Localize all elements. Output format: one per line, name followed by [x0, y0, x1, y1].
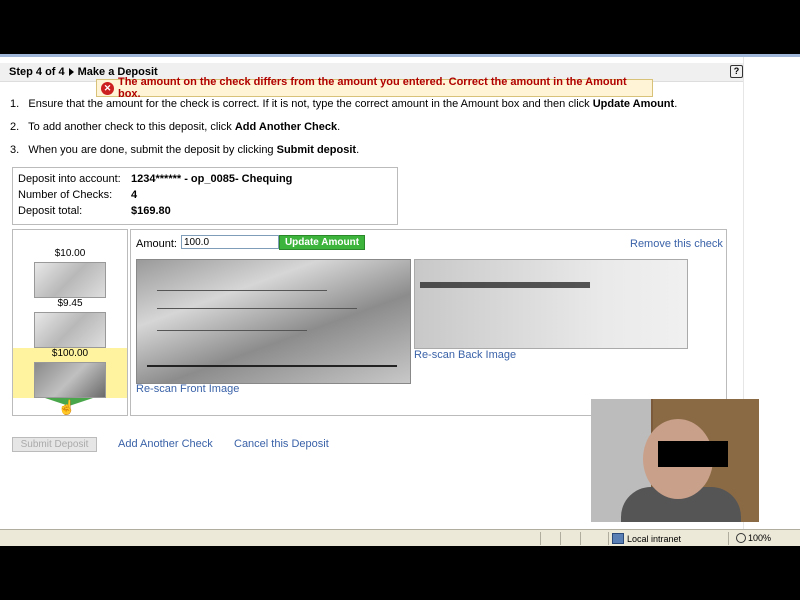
instruction-text: When you are done, submit the deposit by… — [28, 144, 277, 156]
instruction-3: 3. When you are done, submit the deposit… — [10, 144, 359, 156]
update-amount-button[interactable]: Update Amount — [279, 235, 365, 250]
error-icon: ✕ — [101, 81, 114, 95]
status-divider — [560, 532, 561, 545]
check-thumbnail-2[interactable]: $9.45 — [13, 298, 127, 348]
summary-account-row: Deposit into account: 1234****** - op_008… — [18, 173, 292, 185]
instruction-bold: Add Another Check — [234, 121, 338, 133]
instruction-number: 2. — [10, 121, 20, 133]
instruction-tail: . — [674, 98, 678, 110]
check-micr-line — [147, 365, 397, 367]
status-zone: Local intranet — [612, 533, 681, 544]
total-label: Deposit total: — [18, 205, 83, 217]
status-divider — [540, 532, 541, 545]
intranet-icon — [612, 533, 624, 544]
checks-value: 4 — [131, 189, 138, 201]
status-divider — [728, 532, 729, 545]
instruction-number: 1. — [10, 98, 20, 110]
amount-label: Amount: — [136, 238, 177, 250]
zone-label: Local intranet — [627, 533, 682, 544]
cancel-deposit-link[interactable]: Cancel this Deposit — [234, 438, 329, 450]
check-thumbnail-image — [34, 312, 106, 348]
instruction-tail: . — [356, 144, 360, 156]
add-another-check-link[interactable]: Add Another Check — [118, 438, 213, 450]
instruction-1: 1. Ensure that the amount for the check … — [10, 98, 677, 110]
check-thumbnail-image — [34, 262, 106, 298]
step-label: Step 4 of 4 — [9, 66, 65, 78]
thumbnail-amount: $10.00 — [54, 248, 86, 259]
check-line — [157, 330, 307, 331]
rescan-back-link[interactable]: Re-scan Back Image — [414, 349, 516, 361]
checks-label: Number of Checks: — [18, 189, 113, 201]
error-banner: ✕ The amount on the check differs from t… — [96, 76, 653, 100]
submit-deposit-button[interactable]: Submit Deposit — [12, 437, 97, 452]
check-thumbnail-3[interactable]: $100.00 — [13, 348, 127, 398]
hand-cursor-icon: ☝ — [58, 399, 76, 415]
check-back-image — [414, 259, 688, 349]
rescan-front-link[interactable]: Re-scan Front Image — [136, 383, 239, 395]
amount-input[interactable] — [181, 235, 279, 249]
summary-checks-row: Number of Checks: 4 — [18, 189, 137, 201]
status-bar: Local intranet 100% — [0, 529, 800, 546]
instruction-number: 3. — [10, 144, 20, 156]
account-value: 1234****** - op_0085- Chequing — [131, 173, 293, 185]
total-value: $169.80 — [131, 205, 171, 217]
window-top-border — [0, 54, 800, 57]
zoom-level: 100% — [748, 533, 772, 543]
instruction-bold: Submit deposit — [276, 144, 357, 156]
check-line — [157, 308, 357, 309]
deposit-summary: Deposit into account: 1234****** - op_008… — [12, 167, 398, 225]
instruction-text: Ensure that the amount for the check is … — [28, 98, 593, 110]
instruction-bold: Update Amount — [592, 98, 675, 110]
check-detail-panel: Amount: Update Amount Remove this check … — [130, 229, 727, 416]
check-endorsement-stamp — [420, 282, 590, 288]
summary-total-row: Deposit total: $169.80 — [18, 205, 171, 217]
zoom-icon — [736, 533, 746, 543]
instruction-text: To add another check to this deposit, cl… — [28, 121, 235, 133]
check-thumbnail-1[interactable]: $10.00 — [13, 248, 127, 298]
help-icon[interactable]: ? — [730, 65, 743, 78]
thumbnail-amount: $9.45 — [57, 298, 83, 309]
check-thumbnail-list: $10.00 $9.45 $100.00 — [12, 229, 128, 416]
redaction-bar — [658, 441, 728, 467]
thumbnail-amount: $100.00 — [51, 348, 89, 359]
status-divider — [580, 532, 581, 545]
check-thumbnail-image — [34, 362, 106, 398]
remove-check-link[interactable]: Remove this check — [630, 238, 723, 250]
account-label: Deposit into account: — [18, 173, 121, 185]
check-front-image — [136, 259, 411, 384]
zoom-control[interactable]: 100% — [736, 533, 771, 543]
check-line — [157, 290, 327, 291]
instruction-tail: . — [337, 121, 341, 133]
webcam-overlay — [591, 399, 759, 522]
status-divider — [608, 532, 609, 545]
error-message: The amount on the check differs from the… — [117, 76, 627, 100]
arrow-right-icon — [68, 68, 74, 77]
instruction-2: 2. To add another check to this deposit,… — [10, 121, 340, 133]
